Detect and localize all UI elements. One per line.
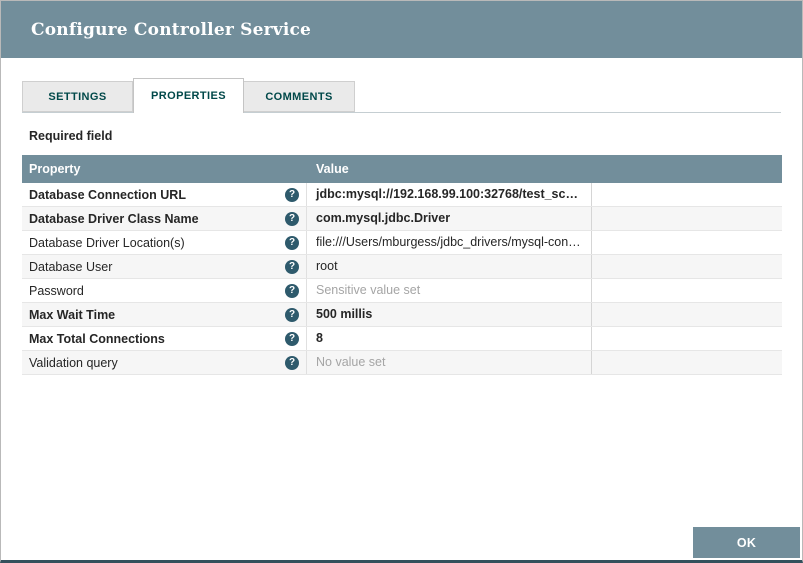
property-name: Max Wait Time [29,308,115,322]
table-row[interactable]: Database Driver Class Name ? com.mysql.j… [22,207,782,231]
property-name: Database Driver Location(s) [29,236,185,250]
table-header-row: Property Value [22,155,782,183]
property-name: Validation query [29,356,118,370]
help-icon[interactable]: ? [285,332,299,346]
dialog-header: Configure Controller Service [1,1,802,58]
property-value[interactable]: 8 [307,327,592,350]
property-name: Database Connection URL [29,188,186,202]
table-row[interactable]: Password ? Sensitive value set [22,279,782,303]
row-extra-cell [592,351,782,374]
help-icon[interactable]: ? [285,260,299,274]
property-name: Password [29,284,84,298]
row-extra-cell [592,303,782,326]
configure-controller-service-dialog: Configure Controller Service SETTINGS PR… [0,0,803,563]
table-body: Database Connection URL ? jdbc:mysql://1… [22,183,782,375]
ok-button[interactable]: OK [693,527,800,558]
property-name: Database User [29,260,112,274]
dialog-body: SETTINGS PROPERTIES COMMENTS Required fi… [1,58,802,375]
table-row[interactable]: Database User ? root [22,255,782,279]
property-value[interactable]: com.mysql.jdbc.Driver [307,207,592,230]
properties-table: Property Value Database Connection URL ?… [22,155,782,375]
tab-comments[interactable]: COMMENTS [244,81,355,112]
row-extra-cell [592,255,782,278]
row-extra-cell [592,231,782,254]
help-icon[interactable]: ? [285,284,299,298]
tab-bar: SETTINGS PROPERTIES COMMENTS [22,78,781,113]
table-row[interactable]: Max Total Connections ? 8 [22,327,782,351]
table-row[interactable]: Max Wait Time ? 500 millis [22,303,782,327]
property-value[interactable]: Sensitive value set [307,279,592,302]
help-icon[interactable]: ? [285,236,299,250]
property-value[interactable]: root [307,255,592,278]
property-value[interactable]: jdbc:mysql://192.168.99.100:32768/test_s… [307,183,592,206]
row-extra-cell [592,279,782,302]
tab-settings[interactable]: SETTINGS [22,81,133,112]
property-name: Max Total Connections [29,332,165,346]
row-extra-cell [592,327,782,350]
required-field-label: Required field [29,129,781,143]
property-name: Database Driver Class Name [29,212,199,226]
table-row[interactable]: Validation query ? No value set [22,351,782,375]
row-extra-cell [592,183,782,206]
property-value[interactable]: file:///Users/mburgess/jdbc_drivers/mysq… [307,231,592,254]
dialog-title: Configure Controller Service [31,20,311,40]
row-extra-cell [592,207,782,230]
column-header-value: Value [307,162,592,176]
property-value[interactable]: 500 millis [307,303,592,326]
table-row[interactable]: Database Connection URL ? jdbc:mysql://1… [22,183,782,207]
help-icon[interactable]: ? [285,212,299,226]
tab-properties[interactable]: PROPERTIES [133,78,244,113]
column-header-property: Property [22,162,307,176]
property-value[interactable]: No value set [307,351,592,374]
help-icon[interactable]: ? [285,356,299,370]
table-row[interactable]: Database Driver Location(s) ? file:///Us… [22,231,782,255]
help-icon[interactable]: ? [285,188,299,202]
help-icon[interactable]: ? [285,308,299,322]
